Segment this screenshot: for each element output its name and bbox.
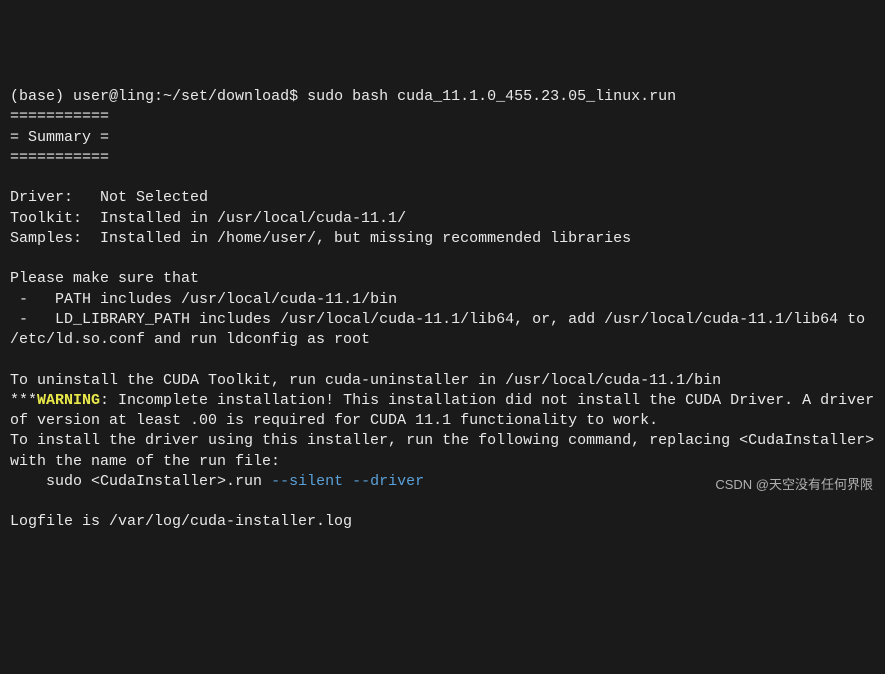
path-bullet: - PATH includes /usr/local/cuda-11.1/bin (10, 291, 397, 308)
toolkit-line: Toolkit: Installed in /usr/local/cuda-11… (10, 210, 406, 227)
samples-line: Samples: Installed in /home/user/, but m… (10, 230, 631, 247)
warning-label: WARNING (37, 392, 100, 409)
flag-silent: --silent (271, 473, 343, 490)
install-driver-line: To install the driver using this install… (10, 432, 883, 469)
terminal-output[interactable]: (base) user@ling:~/set/download$ sudo ba… (10, 87, 875, 533)
cwd: ~/set/download (163, 88, 289, 105)
uninstall-line: To uninstall the CUDA Toolkit, run cuda-… (10, 372, 721, 389)
summary-heading: = Summary = (10, 129, 109, 146)
ld-bullet: - LD_LIBRARY_PATH includes /usr/local/cu… (10, 311, 874, 348)
rule: =========== (10, 149, 109, 166)
watermark: CSDN @天空没有任何界限 (715, 476, 873, 494)
ensure-heading: Please make sure that (10, 270, 199, 287)
logfile-line: Logfile is /var/log/cuda-installer.log (10, 513, 352, 530)
conda-env: (base) (10, 88, 73, 105)
rule: =========== (10, 108, 109, 125)
user-host: user@ling (73, 88, 154, 105)
warning-block: ***WARNING: Incomplete installation! Thi… (10, 392, 883, 429)
flag-driver: --driver (352, 473, 424, 490)
command: sudo bash cuda_11.1.0_455.23.05_linux.ru… (307, 88, 676, 105)
prompt-line: (base) user@ling:~/set/download$ sudo ba… (10, 88, 676, 105)
warning-text: : Incomplete installation! This installa… (10, 392, 883, 429)
driver-line: Driver: Not Selected (10, 189, 208, 206)
install-command: sudo <CudaInstaller>.run --silent --driv… (10, 473, 424, 490)
